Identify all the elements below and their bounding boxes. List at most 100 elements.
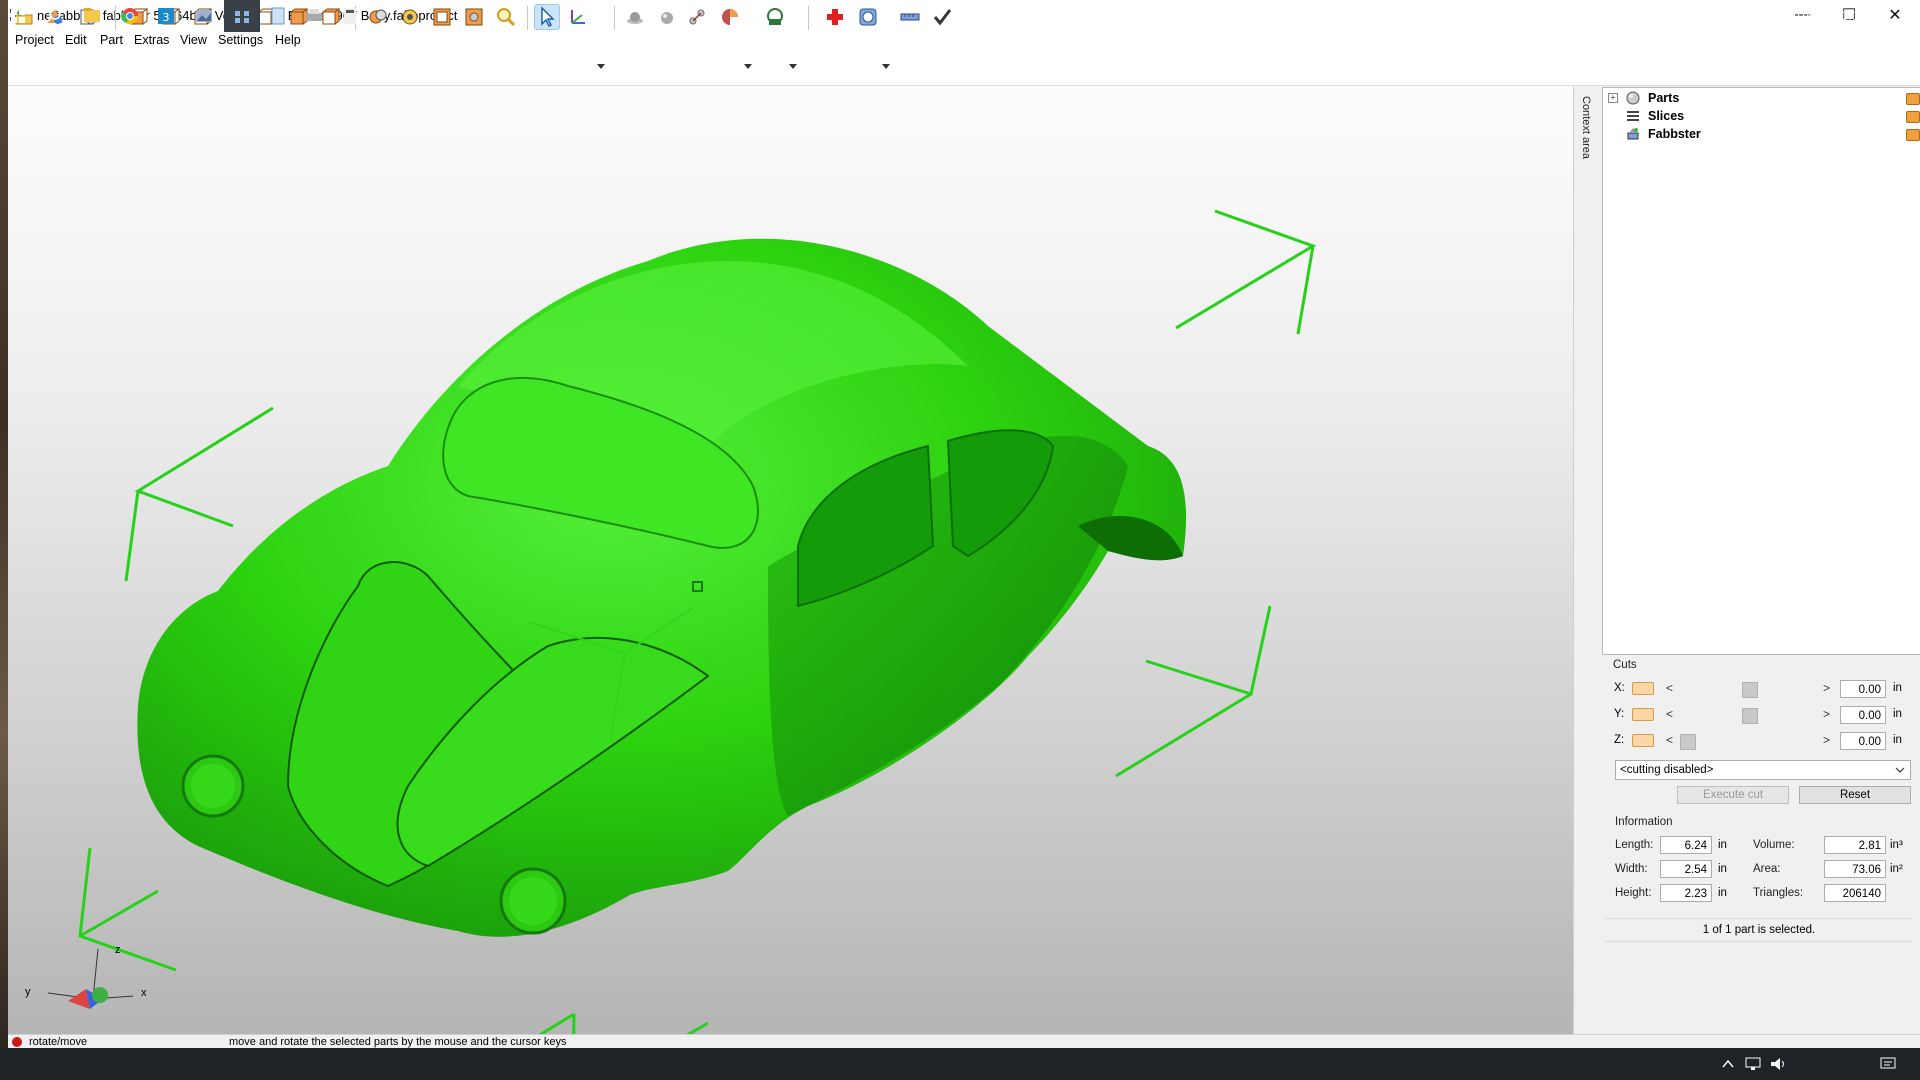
input-language[interactable]: РУС xyxy=(1797,9,1821,23)
close-button[interactable]: ✕ xyxy=(1872,0,1918,30)
notifications-icon[interactable] xyxy=(1880,1056,1896,1072)
move-axes-icon[interactable] xyxy=(568,7,588,27)
chrome-icon[interactable] xyxy=(112,0,148,32)
status-hint: move and rotate the selected parts by th… xyxy=(229,1036,567,1048)
cut-y-increase-button[interactable]: > xyxy=(1823,707,1830,721)
analysis-dropdown-arrow-icon[interactable] xyxy=(882,64,890,70)
status-record-icon xyxy=(12,1037,22,1047)
cut-z-increase-button[interactable]: > xyxy=(1823,733,1830,747)
fabbster-printer-icon xyxy=(1627,128,1639,140)
cut-z-slider[interactable] xyxy=(1680,734,1696,750)
ruler-icon[interactable] xyxy=(900,7,920,27)
file-explorer-icon[interactable] xyxy=(74,0,110,32)
fabbster-folder-icon[interactable] xyxy=(1906,129,1920,141)
menu-part[interactable]: Part xyxy=(100,33,123,47)
menu-edit[interactable]: Edit xyxy=(65,33,87,47)
height-label: Height: xyxy=(1615,887,1652,899)
calculator-icon[interactable] xyxy=(332,0,368,32)
taskbar-clock[interactable]: 13:03 xyxy=(1835,9,1865,23)
color-dropdown-arrow-icon[interactable] xyxy=(744,64,752,70)
context-area-splitter[interactable] xyxy=(1573,86,1601,1034)
windows-taskbar xyxy=(0,1048,1920,1080)
printer-app-icon[interactable] xyxy=(296,0,332,32)
height-value: 2.23 xyxy=(1660,884,1712,902)
zoom-in-icon[interactable] xyxy=(432,7,452,27)
cut-z-value-field[interactable]: 0.00 xyxy=(1840,732,1886,750)
search-icon[interactable] xyxy=(36,0,72,32)
color-wheel-icon[interactable] xyxy=(720,7,740,27)
cut-x-value-field[interactable]: 0.00 xyxy=(1840,680,1886,698)
cut-y-decrease-button[interactable]: < xyxy=(1666,707,1673,721)
menu-settings[interactable]: Settings xyxy=(218,33,263,47)
toolbar xyxy=(8,51,1920,86)
slices-folder-icon[interactable] xyxy=(1906,111,1920,123)
select-pointer-icon[interactable] xyxy=(534,4,560,30)
menu-project[interactable]: Project xyxy=(15,33,54,47)
shading-icon[interactable] xyxy=(625,7,645,27)
repair-icon[interactable] xyxy=(825,7,845,27)
tree-expander-parts[interactable]: + xyxy=(1608,93,1618,103)
cuts-section-label: Cuts xyxy=(1613,659,1637,671)
project-tree[interactable] xyxy=(1602,87,1920,655)
cut-y-value-field[interactable]: 0.00 xyxy=(1840,706,1886,724)
cut-x-increase-button[interactable]: > xyxy=(1823,681,1830,695)
chevron-up-icon[interactable] xyxy=(1722,1059,1734,1069)
height-unit: in xyxy=(1718,887,1727,899)
menu-help[interactable]: Help xyxy=(275,33,301,47)
light-icon[interactable] xyxy=(657,7,677,27)
area-label: Area: xyxy=(1753,863,1781,875)
app-3-icon[interactable]: 3 xyxy=(148,0,184,32)
netfabb-taskbar-icon[interactable] xyxy=(224,0,260,32)
volume-unit: in³ xyxy=(1890,839,1903,851)
execute-cut-button[interactable]: Execute cut xyxy=(1677,786,1789,804)
move-dropdown-arrow-icon[interactable] xyxy=(597,64,605,70)
area-unit: in² xyxy=(1890,863,1903,875)
cut-z-color-swatch[interactable] xyxy=(1632,734,1654,747)
status-mode: rotate/move xyxy=(29,1036,88,1048)
ticket-icon[interactable] xyxy=(765,7,785,27)
triangles-value: 206140 xyxy=(1824,884,1886,902)
apply-checkmark-icon[interactable] xyxy=(932,7,952,27)
3d-viewport[interactable]: z x y xyxy=(8,86,1573,1034)
ticket-dropdown-arrow-icon[interactable] xyxy=(789,64,797,70)
context-area-label: Context area xyxy=(1580,96,1592,159)
photos-app-icon[interactable] xyxy=(186,0,222,32)
measure-icon[interactable] xyxy=(687,7,707,27)
length-unit: in xyxy=(1718,839,1727,851)
axis-label-y: y xyxy=(25,986,31,998)
network-icon[interactable] xyxy=(1745,1057,1763,1071)
zoom-selection-icon[interactable] xyxy=(368,7,388,27)
tree-item-parts[interactable]: Parts xyxy=(1648,91,1679,105)
length-value: 6.24 xyxy=(1660,836,1712,854)
zoom-out-icon[interactable] xyxy=(464,7,484,27)
tree-item-slices[interactable]: Slices xyxy=(1648,109,1684,123)
cutting-mode-value: <cutting disabled> xyxy=(1620,764,1714,776)
cut-x-color-swatch[interactable] xyxy=(1632,682,1654,695)
cut-y-unit: in xyxy=(1893,708,1902,720)
windows-start-icon[interactable] xyxy=(0,0,36,32)
beetle-model-render[interactable] xyxy=(8,86,1573,1034)
chevron-down-icon[interactable] xyxy=(1895,767,1905,774)
cut-x-unit: in xyxy=(1893,682,1902,694)
cut-z-decrease-button[interactable]: < xyxy=(1666,733,1673,747)
analysis-icon[interactable] xyxy=(858,7,878,27)
tree-item-fabbster[interactable]: Fabbster xyxy=(1648,127,1701,141)
cut-y-color-swatch[interactable] xyxy=(1632,708,1654,721)
notepad-icon[interactable] xyxy=(260,0,296,32)
parts-folder-icon[interactable] xyxy=(1906,93,1920,105)
cut-y-slider[interactable] xyxy=(1742,708,1758,724)
menu-view[interactable]: View xyxy=(180,33,207,47)
cut-x-slider[interactable] xyxy=(1742,682,1758,698)
volume-icon[interactable] xyxy=(1770,1057,1788,1071)
menu-extras[interactable]: Extras xyxy=(134,33,169,47)
width-label: Width: xyxy=(1615,863,1648,875)
cutting-mode-select[interactable]: <cutting disabled> xyxy=(1615,760,1911,780)
width-unit: in xyxy=(1718,863,1727,875)
svg-text:3: 3 xyxy=(163,11,170,24)
cut-x-decrease-button[interactable]: < xyxy=(1666,681,1673,695)
zoom-all-icon[interactable] xyxy=(400,7,420,27)
information-section-label: Information xyxy=(1615,816,1673,828)
reset-button[interactable]: Reset xyxy=(1799,786,1911,804)
length-label: Length: xyxy=(1615,839,1654,851)
zoom-icon[interactable] xyxy=(496,7,516,27)
